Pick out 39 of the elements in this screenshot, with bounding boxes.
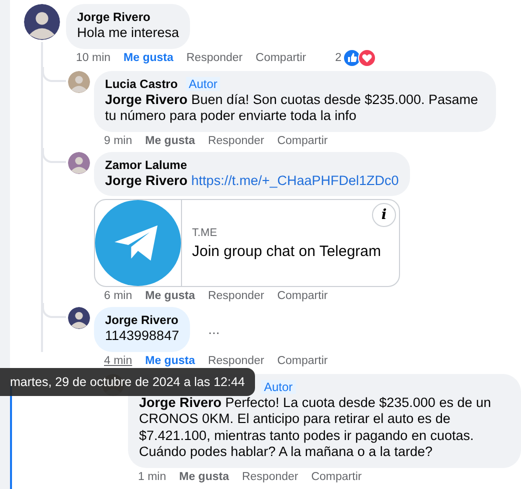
author-name[interactable]: Jorge Rivero <box>105 313 178 327</box>
like-button[interactable]: Me gusta <box>145 354 195 366</box>
author-name[interactable]: Lucia Castro <box>105 76 178 90</box>
author-name[interactable]: Zamor Lalume <box>105 158 188 172</box>
timestamp-link[interactable]: 6 min <box>104 290 132 302</box>
share-button[interactable]: Compartir <box>277 134 328 146</box>
reply-button[interactable]: Responder <box>186 52 243 64</box>
reply-button[interactable]: Responder <box>208 354 264 366</box>
like-button[interactable]: Me gusta <box>124 52 174 64</box>
reply-button[interactable]: Responder <box>208 290 264 302</box>
share-button[interactable]: Compartir <box>277 290 328 302</box>
comment-text: 1143998847 <box>105 328 180 344</box>
date-tooltip: martes, 29 de octubre de 2024 a las 12:44 <box>0 368 255 396</box>
author-name[interactable]: Jorge Rivero <box>77 10 150 24</box>
author-badge: Autor <box>261 380 296 394</box>
link-title: Join group chat on Telegram <box>192 242 382 260</box>
comment-text: Jorge Rivero https://t.me/+_CHaaPHFDel1ZDc0 <box>105 172 399 189</box>
share-button[interactable]: Compartir <box>311 470 362 482</box>
comment-text: Jorge Rivero Buen día! Son cuotas desde $235.000. Pasame tu número para poder enviarte toda la info <box>105 92 479 124</box>
timestamp-link[interactable]: 1 min <box>138 470 166 482</box>
comment-text: Hola me interesa <box>77 25 180 42</box>
reply-button[interactable]: Responder <box>208 134 264 146</box>
like-button[interactable]: Me gusta <box>145 290 195 302</box>
timestamp-link[interactable]: 10 min <box>76 52 111 64</box>
link[interactable]: https://t.me/+_CHaaPHFDel1ZDc0 <box>191 172 399 188</box>
share-button[interactable]: Compartir <box>256 52 306 64</box>
reply-button[interactable]: Responder <box>242 470 298 482</box>
like-button[interactable]: Me gusta <box>179 470 229 482</box>
share-button[interactable]: Compartir <box>277 354 328 366</box>
timestamp-link[interactable]: 4 min <box>104 354 132 366</box>
like-button[interactable]: Me gusta <box>145 134 195 146</box>
link-domain: T.ME <box>192 226 218 238</box>
link-preview-card[interactable]: T.ME Join group chat on Telegram i <box>94 199 400 287</box>
author-badge: Autor <box>186 76 220 90</box>
comment-text: Jorge Rivero Perfecto! La cuota desde $235.000 es de un CRONOS 0KM. El anticipo para retirar el auto es de $7.421.100, mientras tanto podes ir pagando en cuotas. Cuándo podes hablar? A la mañana o a la tarde? <box>139 394 492 460</box>
reaction-count[interactable]: 2 <box>335 52 342 64</box>
timestamp-link[interactable]: 9 min <box>104 134 132 146</box>
info-button[interactable]: i <box>372 203 396 227</box>
more-button[interactable]: ... <box>204 321 224 338</box>
